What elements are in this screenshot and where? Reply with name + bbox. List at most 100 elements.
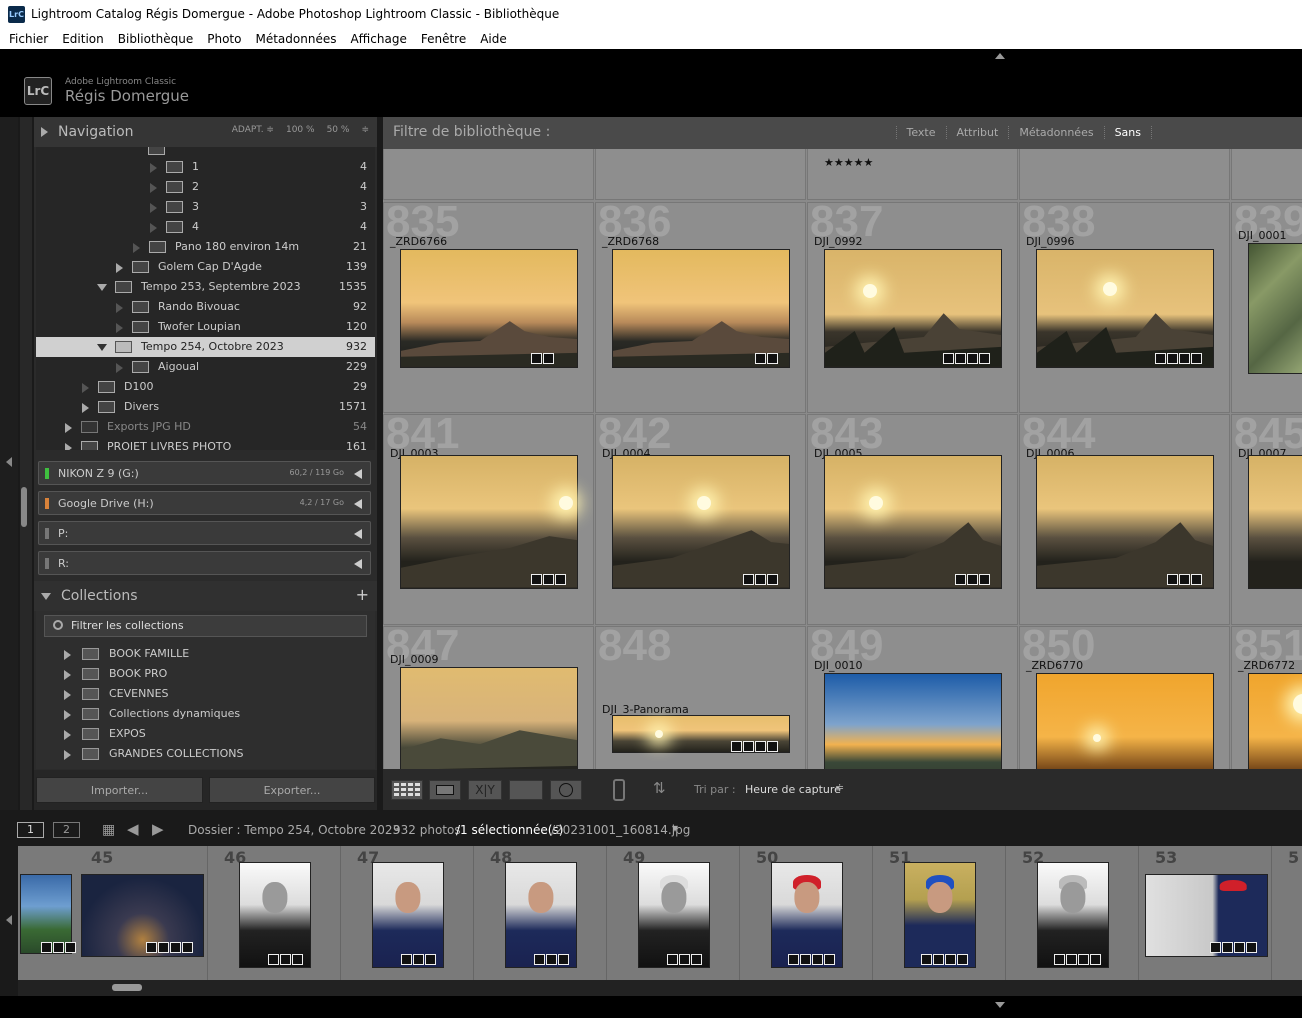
edit-icon[interactable] (691, 954, 702, 965)
nav-zoom-100[interactable]: 100 % (286, 125, 315, 135)
filmstrip-cell[interactable] (18, 846, 80, 980)
grid-cell[interactable]: 838 DJI_0996 (1019, 202, 1230, 413)
grid-cell-partial[interactable]: 851 _ZRD6772 (1231, 626, 1302, 769)
expand-icon[interactable] (65, 423, 72, 433)
grid-view-icon[interactable] (391, 780, 423, 800)
menu-edition[interactable]: Edition (62, 32, 104, 46)
keyword-icon[interactable] (755, 353, 766, 364)
grid-icon[interactable]: ▦ (102, 822, 115, 838)
menu-fichier[interactable]: Fichier (9, 32, 48, 46)
edit-icon[interactable] (558, 954, 569, 965)
thumbnail[interactable] (612, 455, 790, 589)
menu-metadonnees[interactable]: Métadonnées (255, 32, 336, 46)
comment-icon[interactable] (1179, 574, 1190, 585)
menu-bibliotheque[interactable]: Bibliothèque (118, 32, 194, 46)
folder-row-selected[interactable]: Tempo 254, Octobre 2023 932 (36, 337, 375, 357)
keyword-icon[interactable] (921, 954, 932, 965)
thumbnail[interactable] (400, 249, 578, 368)
volume-p[interactable]: P: (38, 521, 371, 545)
edit-icon[interactable] (555, 574, 566, 585)
comment-icon[interactable] (1222, 942, 1233, 953)
edit-icon[interactable] (425, 954, 436, 965)
navigation-header[interactable]: Navigation ADAPT. ≑ 100 % 50 % ≑ (34, 117, 377, 147)
crop-icon[interactable] (1078, 954, 1089, 965)
crop-icon[interactable] (967, 353, 978, 364)
grid-cell-partial[interactable] (383, 149, 594, 200)
volume-nikon[interactable]: NIKON Z 9 (G:) 60,2 / 119 Go (38, 461, 371, 485)
filmstrip-thumbnail[interactable] (372, 862, 444, 968)
thumbnail[interactable] (824, 455, 1002, 589)
filmstrip-thumbnail[interactable] (239, 862, 311, 968)
back-arrow-icon[interactable]: ◀ (127, 820, 139, 838)
folder-row[interactable]: Pano 180 environ 14m 21 (36, 237, 375, 257)
expand-icon[interactable] (64, 690, 71, 700)
folder-row[interactable]: Rando Bivouac 92 (36, 297, 375, 317)
edit-icon[interactable] (979, 574, 990, 585)
grid-cell[interactable]: 847 DJI_0009 (383, 626, 594, 769)
crop-icon[interactable] (945, 954, 956, 965)
nav-zoom-50[interactable]: 50 % (327, 125, 350, 135)
comment-icon[interactable] (41, 942, 52, 953)
filmstrip-cell[interactable]: 48 (475, 846, 607, 980)
collapse-top-panel-icon[interactable] (995, 53, 1005, 59)
keyword-icon[interactable] (531, 574, 542, 585)
collapse-left-icon[interactable] (354, 559, 362, 569)
folder-row[interactable]: 3 3 (36, 197, 375, 217)
filter-text[interactable]: Texte (895, 126, 946, 139)
crop-icon[interactable] (1179, 353, 1190, 364)
nav-zoom-fit[interactable]: ADAPT. ≑ (232, 125, 274, 135)
filmstrip-cell[interactable]: 50 (741, 846, 873, 980)
collection-set-row[interactable]: GRANDES COLLECTIONS (34, 744, 377, 764)
keyword-icon[interactable] (1155, 353, 1166, 364)
folder-row[interactable]: Golem Cap D'Agde 139 (36, 257, 375, 277)
comment-icon[interactable] (755, 574, 766, 585)
monitor-2-button[interactable]: 2 (53, 822, 80, 838)
filmstrip-cell[interactable]: 51 (874, 846, 1006, 980)
comment-icon[interactable] (800, 954, 811, 965)
left-panel-scrollbar[interactable] (20, 117, 32, 810)
menu-affichage[interactable]: Affichage (350, 32, 406, 46)
menu-aide[interactable]: Aide (480, 32, 507, 46)
collapse-icon[interactable] (97, 284, 107, 291)
edit-icon[interactable] (1191, 353, 1202, 364)
collection-set-row[interactable]: Collections dynamiques (34, 704, 377, 724)
import-button[interactable]: Importer... (36, 777, 203, 803)
star-rating[interactable]: ★★★★★ (824, 156, 873, 169)
grid-cell[interactable]: 843 DJI_0005 (807, 414, 1018, 625)
thumbnail[interactable] (1036, 673, 1214, 769)
painter-icon[interactable] (613, 779, 625, 801)
crop-icon[interactable] (1234, 942, 1245, 953)
expand-icon[interactable] (64, 670, 71, 680)
edit-icon[interactable] (1246, 942, 1257, 953)
grid-cell[interactable]: 850 _ZRD6770 (1019, 626, 1230, 769)
collapse-icon[interactable] (97, 344, 107, 351)
collections-filter-input[interactable]: Filtrer les collections (44, 615, 367, 637)
sort-select[interactable]: Heure de capture (745, 783, 841, 796)
collapse-left-icon[interactable] (354, 499, 362, 509)
filmstrip-cell[interactable]: 49 (608, 846, 740, 980)
filmstrip-cell[interactable]: 52 (1007, 846, 1139, 980)
grid-cell-partial[interactable]: 839 DJI_0001 (1231, 202, 1302, 413)
volume-google-drive[interactable]: Google Drive (H:) 4,2 / 17 Go (38, 491, 371, 515)
edit-icon[interactable] (65, 942, 76, 953)
collapse-filmstrip-icon[interactable] (995, 1002, 1005, 1008)
filmstrip-thumbnail[interactable] (771, 862, 843, 968)
keyword-icon[interactable] (146, 942, 157, 953)
expand-icon[interactable] (150, 183, 157, 193)
grid-cell[interactable]: 844 DJI_0006 (1019, 414, 1230, 625)
thumbnail[interactable] (400, 455, 578, 589)
thumbnail[interactable] (1036, 455, 1214, 589)
monitor-1-button[interactable]: 1 (17, 822, 44, 838)
filmstrip-cell[interactable]: 45 (76, 846, 208, 980)
edit-icon[interactable] (979, 353, 990, 364)
keyword-icon[interactable] (943, 353, 954, 364)
keyword-icon[interactable] (667, 954, 678, 965)
filmstrip-thumbnail[interactable] (1037, 862, 1109, 968)
collection-set-row[interactable]: BOOK FAMILLE (34, 644, 377, 664)
expand-icon[interactable] (116, 263, 123, 273)
expand-icon[interactable] (150, 223, 157, 233)
filmstrip-cell[interactable]: 53 (1140, 846, 1272, 980)
filmstrip-cell-partial[interactable]: 5 (1273, 846, 1302, 980)
collections-header[interactable]: Collections + (34, 581, 377, 611)
grid-cell[interactable]: 842 DJI_0004 (595, 414, 806, 625)
